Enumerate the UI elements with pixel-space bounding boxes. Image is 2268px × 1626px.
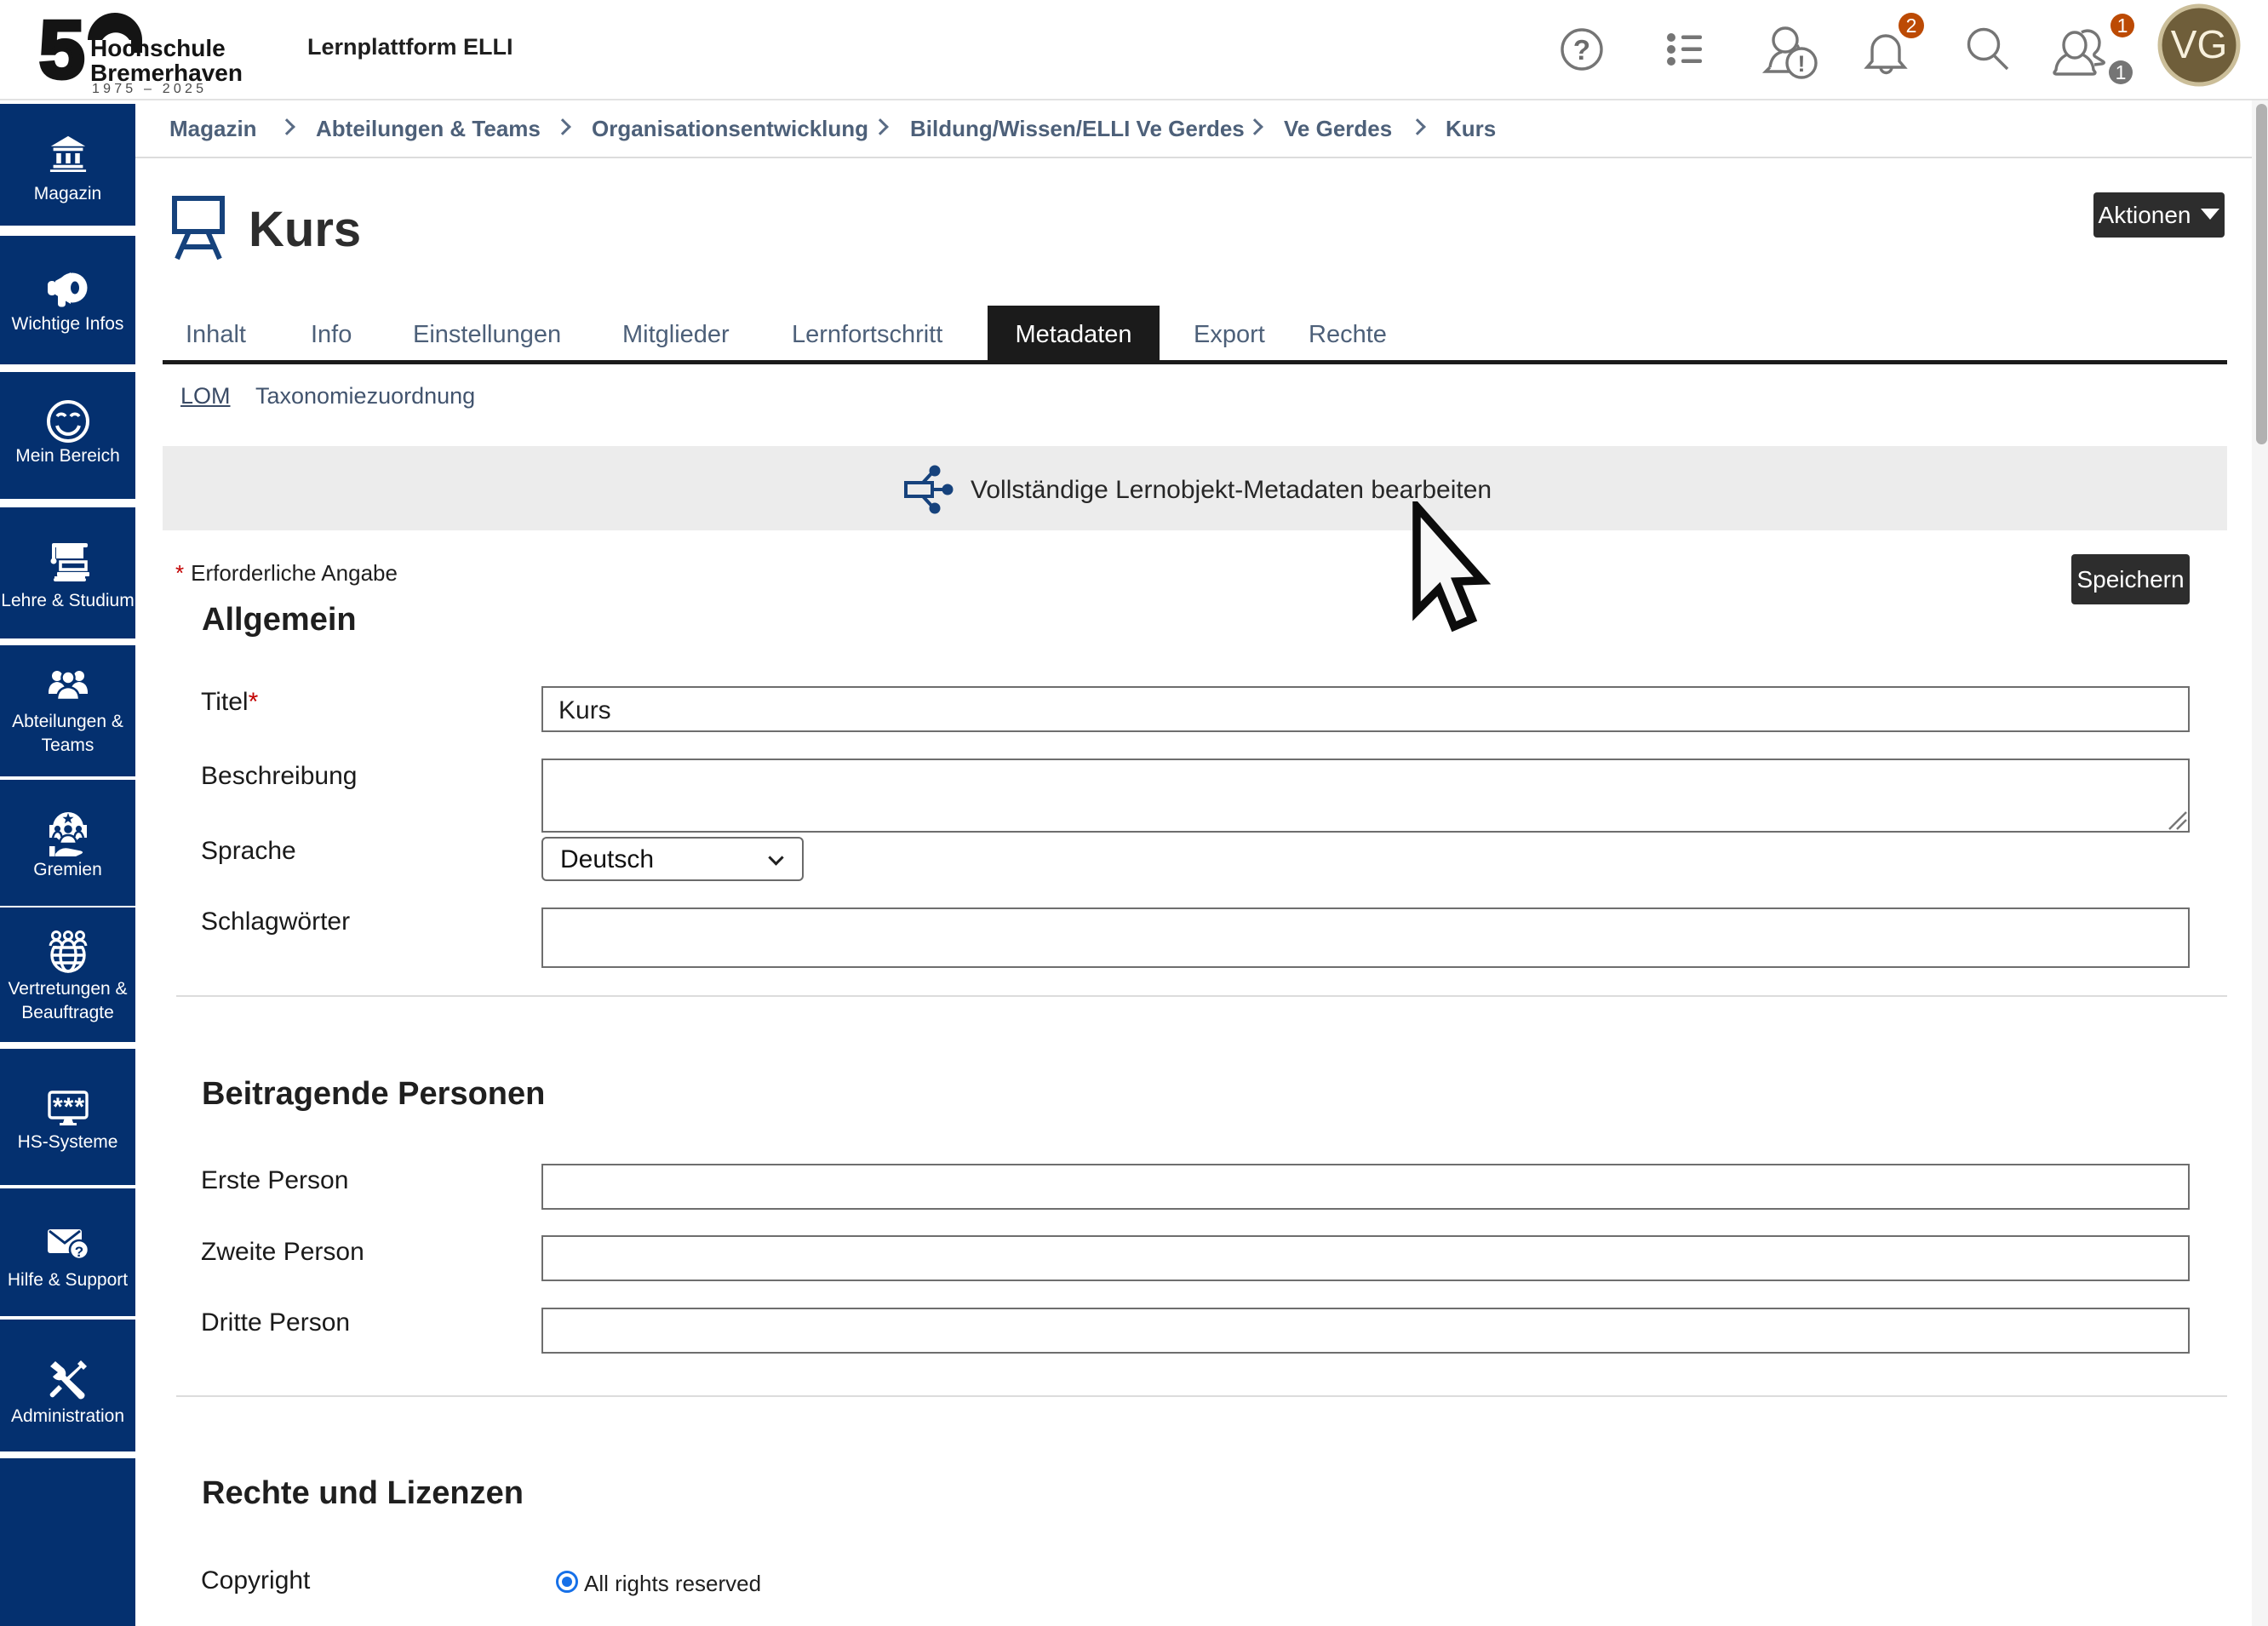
svg-text:2: 2 (1906, 14, 1917, 37)
svg-text:?: ? (1573, 34, 1590, 66)
svg-text:***: *** (53, 1093, 85, 1121)
svg-text:VG: VG (2171, 22, 2227, 66)
svg-text:?: ? (74, 1244, 83, 1260)
svg-text:Hochschule: Hochschule (90, 35, 226, 61)
svg-text:!: ! (1798, 51, 1806, 77)
svg-text:5: 5 (39, 7, 84, 95)
svg-text:1: 1 (2116, 61, 2127, 83)
svg-text:1975 – 2025: 1975 – 2025 (92, 82, 207, 95)
svg-text:1: 1 (2117, 14, 2128, 37)
